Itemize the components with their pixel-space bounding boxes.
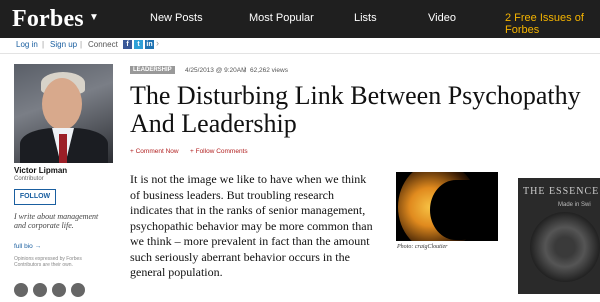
signup-link[interactable]: Sign up [50, 40, 77, 49]
photo-credit: Photo: craigCloutier [397, 244, 448, 250]
nav-new-posts[interactable]: New Posts [150, 12, 203, 24]
share-icon[interactable] [52, 283, 66, 297]
author-role: Contributor [14, 176, 44, 182]
author-photo[interactable] [14, 64, 113, 163]
nav-most-popular[interactable]: Most Popular [249, 12, 314, 24]
author-name[interactable]: Victor Lipman [14, 166, 67, 175]
contributor-disclaimer: Opinions expressed by Forbes Contributor… [14, 256, 82, 268]
separator: | [42, 40, 45, 49]
share-icon[interactable] [14, 283, 28, 297]
login-link[interactable]: Log in [16, 40, 38, 49]
nav-lists[interactable]: Lists [354, 12, 377, 24]
connect-label: Connect [88, 40, 118, 49]
view-count: 62,262 views [250, 67, 288, 74]
top-nav-bar: Forbes ▼ New Posts Most Popular Lists Vi… [0, 0, 600, 38]
chevron-right-icon[interactable]: › [156, 38, 159, 48]
follow-comments-link[interactable]: + Follow Comments [190, 148, 248, 155]
linkedin-icon[interactable]: in [145, 40, 154, 49]
twitter-icon[interactable]: t [134, 40, 143, 49]
share-icons [14, 283, 90, 302]
separator: | [80, 40, 83, 49]
article-body: It is not the image we like to have when… [130, 172, 373, 279]
follow-button[interactable]: FOLLOW [14, 189, 56, 205]
logo-menu-caret-icon[interactable]: ▼ [89, 12, 99, 23]
ad-subtitle: Made in Swi [558, 202, 591, 208]
share-icon[interactable] [33, 283, 47, 297]
comment-now-link[interactable]: + Comment Now [130, 148, 179, 155]
account-bar: Log in | Sign up | Connect [0, 38, 600, 52]
advertisement[interactable]: THE ESSENCE Made in Swi [518, 178, 600, 294]
forbes-logo[interactable]: Forbes [12, 6, 84, 33]
divider [0, 53, 600, 54]
article-title: The Disturbing Link Between Psychopathy … [130, 81, 581, 138]
share-icon[interactable] [71, 283, 85, 297]
category-tag[interactable]: LEADERSHIP [130, 66, 175, 74]
nav-video[interactable]: Video [428, 12, 456, 24]
separator: | [244, 66, 246, 73]
publish-date: 4/25/2013 @ 9:20AM [185, 67, 247, 74]
author-bio: I write about management and corporate l… [14, 212, 99, 230]
full-bio-link[interactable]: full bio → [14, 243, 41, 250]
free-issues-promo-link[interactable]: 2 Free Issues of Forbes [505, 12, 600, 36]
facebook-icon[interactable]: f [123, 40, 132, 49]
ad-title: THE ESSENCE [523, 186, 600, 197]
article-photo[interactable] [396, 172, 498, 241]
